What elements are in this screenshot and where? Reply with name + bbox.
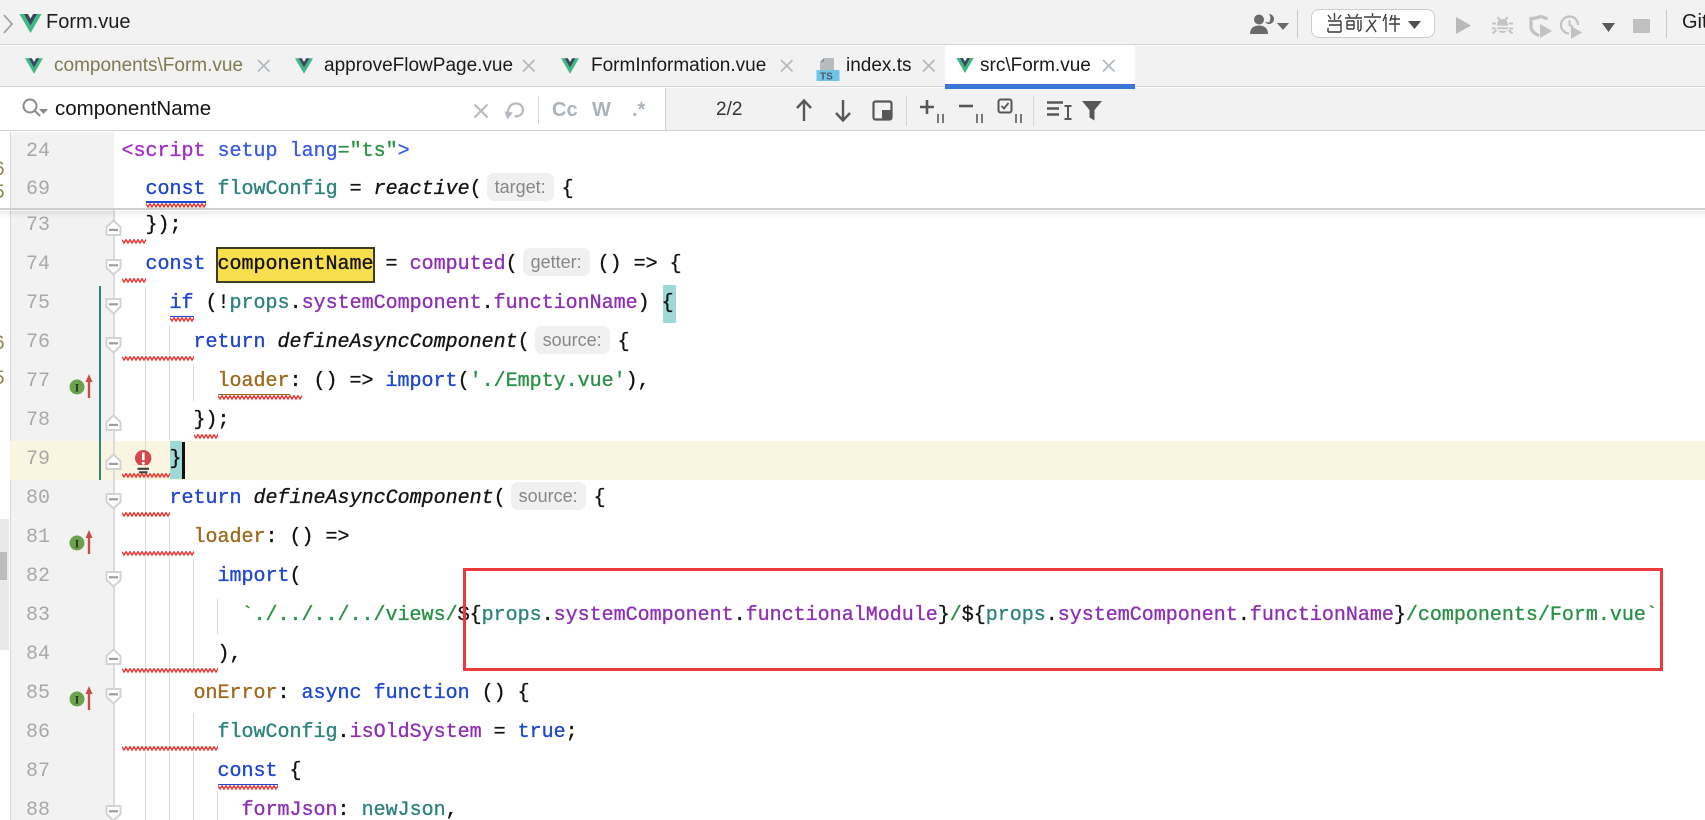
svg-text:I: I (75, 693, 80, 707)
svg-text:I: I (75, 381, 80, 395)
svg-text:TS: TS (820, 72, 833, 83)
svg-text:I: I (75, 537, 80, 551)
